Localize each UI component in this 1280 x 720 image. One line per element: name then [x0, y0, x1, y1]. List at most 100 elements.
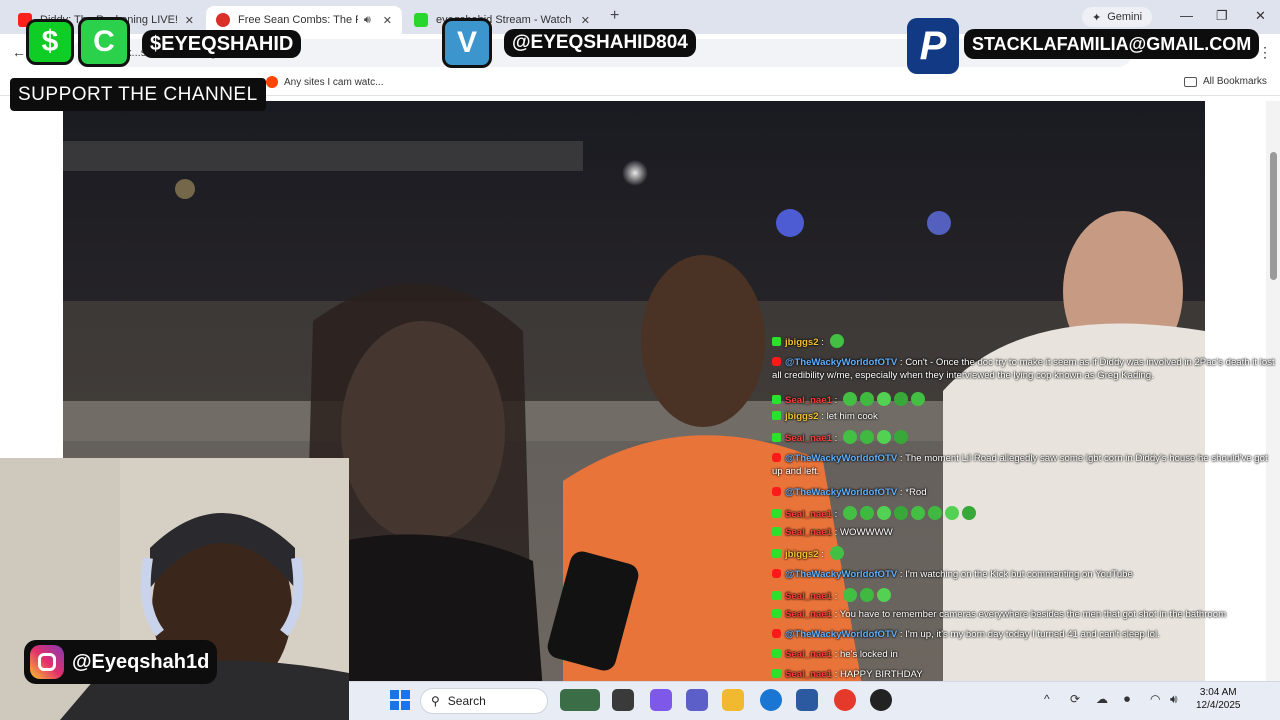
chat-text: I'm up, it's my born day today I turned … — [905, 629, 1160, 640]
youtube-icon — [772, 357, 781, 366]
clock-time: 3:04 AM — [1199, 687, 1237, 698]
menu-icon[interactable]: ⋮ — [1258, 44, 1272, 61]
copilot-icon[interactable] — [650, 689, 672, 711]
edge-icon[interactable] — [760, 689, 782, 711]
all-bookmarks[interactable]: All Bookmarks — [1184, 76, 1267, 87]
emote-icon — [842, 588, 857, 602]
emote-icon — [893, 430, 908, 444]
obs-icon[interactable] — [870, 689, 892, 711]
chat-text: WOWWWW — [839, 527, 893, 538]
chat-username[interactable]: Seal_nae1 — [785, 509, 832, 520]
chat-message: jbiggs2 : — [772, 546, 1277, 561]
emote-icon — [859, 392, 874, 406]
kick-icon — [772, 591, 781, 600]
chat-username[interactable]: jbiggs2 — [785, 337, 819, 348]
emote-icon — [876, 430, 891, 444]
widget-icon[interactable] — [560, 689, 600, 711]
chat-overlay: jbiggs2 : @TheWackyWorldofOTV : Con't - … — [772, 334, 1280, 714]
emote-icon — [842, 392, 857, 406]
chat-text: he's locked in — [839, 649, 898, 660]
chat-username[interactable]: Seal_nae1 — [785, 591, 832, 602]
chat-username[interactable]: @TheWackyWorldofOTV — [785, 357, 897, 368]
chat-message: jbiggs2 : let him cook — [772, 410, 1277, 423]
chat-username[interactable]: @TheWackyWorldofOTV — [785, 569, 897, 580]
chat-username[interactable]: jbiggs2 — [785, 549, 819, 560]
clock-date: 12/4/2025 — [1196, 700, 1241, 711]
emote-icon — [829, 546, 844, 560]
chat-username[interactable]: Seal_nae1 — [785, 395, 832, 406]
kick-icon — [772, 669, 781, 678]
gemini-icon: ✦ — [1092, 11, 1102, 24]
close-window-icon[interactable]: ✕ — [1255, 8, 1266, 24]
youtube-icon — [772, 453, 781, 462]
new-tab-button[interactable]: + — [610, 7, 619, 25]
chat-username[interactable]: jbiggs2 — [785, 411, 819, 422]
teams-icon[interactable] — [686, 689, 708, 711]
chat-separator: : — [897, 453, 906, 464]
chat-username[interactable]: Seal_nae1 — [785, 669, 832, 680]
paypal-label: STACKLAFAMILIA@GMAIL.COM — [964, 29, 1260, 59]
chat-message: @TheWackyWorldofOTV : *Rod — [772, 486, 1277, 499]
chat-separator: : — [831, 669, 840, 680]
kick-icon — [772, 649, 781, 658]
emote-icon — [829, 334, 844, 348]
kick-icon — [772, 549, 781, 558]
emote-icon — [927, 506, 942, 520]
emote-icon — [910, 506, 925, 520]
chat-username[interactable]: @TheWackyWorldofOTV — [785, 487, 897, 498]
store-icon[interactable] — [796, 689, 818, 711]
bookmark-item[interactable]: Any sites I cam watc... — [266, 76, 383, 88]
gemini-button[interactable]: ✦ Gemini — [1082, 7, 1153, 27]
chat-text: let him cook — [826, 411, 878, 422]
chat-username[interactable]: Seal_nae1 — [785, 527, 832, 538]
taskbar-search[interactable]: ⚲ Search — [420, 688, 548, 714]
kick-icon — [414, 13, 428, 27]
youtube-icon — [772, 569, 781, 578]
chat-separator: : — [831, 591, 840, 602]
chrome-icon[interactable] — [834, 689, 856, 711]
emote-icon — [876, 588, 891, 602]
wifi-icon[interactable]: ◠ — [1150, 692, 1160, 706]
chevron-up-icon[interactable]: ^ — [1044, 692, 1050, 706]
c-logo: C — [78, 17, 130, 67]
windows-start-icon[interactable] — [390, 690, 410, 710]
mic-icon[interactable]: ⏺ — [1124, 692, 1130, 707]
chat-separator: : — [831, 433, 840, 444]
maximize-icon[interactable]: ❐ — [1216, 8, 1228, 24]
venmo-label: @EYEQSHAHID804 — [504, 29, 696, 57]
back-icon[interactable]: ← — [12, 44, 26, 60]
minimize-icon[interactable]: — — [1180, 8, 1193, 23]
chat-message: @TheWackyWorldofOTV : I'm watching on th… — [772, 568, 1277, 581]
emote-icon — [859, 430, 874, 444]
chat-message: Seal_nae1 : You have to remember cameras… — [772, 608, 1277, 621]
close-tab-icon[interactable]: ✕ — [581, 14, 590, 27]
taskview-icon[interactable] — [612, 689, 634, 711]
instagram-icon — [30, 645, 64, 679]
cashapp-logo: $ — [26, 19, 74, 65]
chat-username[interactable]: Seal_nae1 — [785, 609, 832, 620]
close-tab-icon[interactable]: ✕ — [185, 14, 194, 27]
cashapp-glyph: $ — [41, 25, 59, 58]
youtube-icon — [772, 487, 781, 496]
emote-icon — [859, 588, 874, 602]
bookmark-label: Any sites I cam watc... — [284, 76, 384, 88]
speaker-icon[interactable]: 🔊︎ — [364, 14, 371, 27]
kick-icon — [772, 433, 781, 442]
chat-username[interactable]: @TheWackyWorldofOTV — [785, 453, 897, 464]
cloud-icon[interactable]: ☁ — [1096, 692, 1108, 706]
file-explorer-icon[interactable] — [722, 689, 744, 711]
volume-icon[interactable]: 🔊︎ — [1170, 692, 1178, 707]
search-icon: ⚲ — [431, 694, 440, 708]
scrollbar-thumb[interactable] — [1270, 152, 1277, 280]
sync-icon[interactable]: ⟳ — [1070, 692, 1080, 706]
chat-text: *Rod — [905, 487, 927, 498]
chat-username[interactable]: Seal_nae1 — [785, 649, 832, 660]
chat-message: @TheWackyWorldofOTV : I'm up, it's my bo… — [772, 628, 1277, 641]
support-banner: SUPPORT THE CHANNEL — [10, 78, 266, 111]
chat-username[interactable]: Seal_nae1 — [785, 433, 832, 444]
kick-icon — [772, 395, 781, 404]
system-clock[interactable]: 3:04 AM 12/4/2025 — [1196, 686, 1241, 712]
chat-username[interactable]: @TheWackyWorldofOTV — [785, 629, 897, 640]
close-tab-icon[interactable]: ✕ — [383, 14, 392, 27]
kick-icon — [772, 609, 781, 618]
